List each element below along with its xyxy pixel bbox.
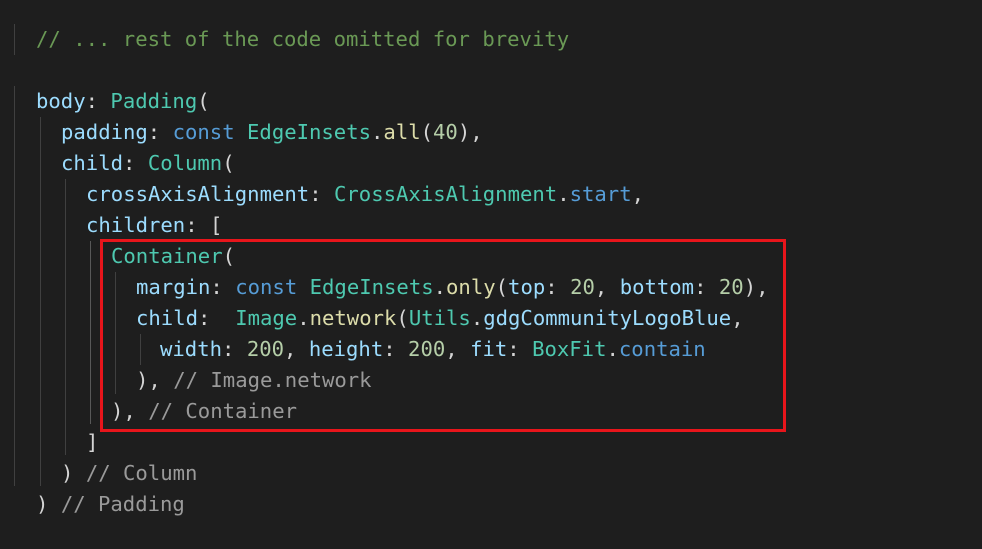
indent-guide xyxy=(90,241,91,424)
punctuation-token: . xyxy=(557,182,570,206)
code-line: padding: const EdgeInsets.all(40), xyxy=(61,117,483,148)
punctuation-token: ( xyxy=(222,151,235,175)
keyword-token: const xyxy=(172,120,235,144)
function-token: all xyxy=(383,120,421,144)
punctuation-token: ) xyxy=(36,492,61,516)
punctuation-token: : xyxy=(185,213,211,237)
type-token: Padding xyxy=(110,89,198,113)
punctuation-token: : xyxy=(123,151,148,175)
code-editor[interactable]: // ... rest of the code omitted for brev… xyxy=(0,0,982,549)
property-token: padding xyxy=(61,120,148,144)
punctuation-token: ] xyxy=(86,430,99,454)
type-token: CrossAxisAlignment xyxy=(334,182,558,206)
indent-guide xyxy=(14,86,15,486)
code-line: children: [ xyxy=(86,210,222,241)
punctuation-token: : xyxy=(309,182,334,206)
punctuation-token: : xyxy=(85,89,111,113)
number-token: 40 xyxy=(433,120,458,144)
indent-guide xyxy=(14,24,15,55)
code-line: body: Padding( xyxy=(36,86,210,117)
inline-comment-token: // Padding xyxy=(60,492,185,516)
punctuation-token: ( xyxy=(197,89,210,113)
punctuation-token: ), xyxy=(457,120,483,144)
code-line: // ... rest of the code omitted for brev… xyxy=(36,24,569,55)
enum-value-token: start xyxy=(569,182,632,206)
property-token: crossAxisAlignment xyxy=(86,182,310,206)
indent-guide xyxy=(40,117,41,486)
property-token: body xyxy=(36,89,86,113)
code-line: ] xyxy=(86,427,98,458)
property-token: child xyxy=(61,151,123,175)
punctuation-token: , xyxy=(631,182,644,206)
code-line: ) // Column xyxy=(61,458,197,489)
punctuation-token xyxy=(235,120,247,144)
punctuation-token: [ xyxy=(210,213,223,237)
punctuation-token: : xyxy=(147,120,173,144)
punctuation-token: . xyxy=(371,120,384,144)
type-token: EdgeInsets xyxy=(247,120,372,144)
type-token: Column xyxy=(147,151,223,175)
punctuation-token: ( xyxy=(420,120,434,144)
code-line: ) // Padding xyxy=(36,489,185,520)
property-token: children xyxy=(86,213,186,237)
indent-guide xyxy=(65,179,66,455)
code-line: child: Column( xyxy=(61,148,235,179)
punctuation-token: ) xyxy=(61,461,86,485)
inline-comment-token: // Column xyxy=(85,461,198,485)
highlight-box xyxy=(100,239,786,432)
comment-token: // ... rest of the code omitted for brev… xyxy=(36,27,570,51)
code-line: crossAxisAlignment: CrossAxisAlignment.s… xyxy=(86,179,644,210)
